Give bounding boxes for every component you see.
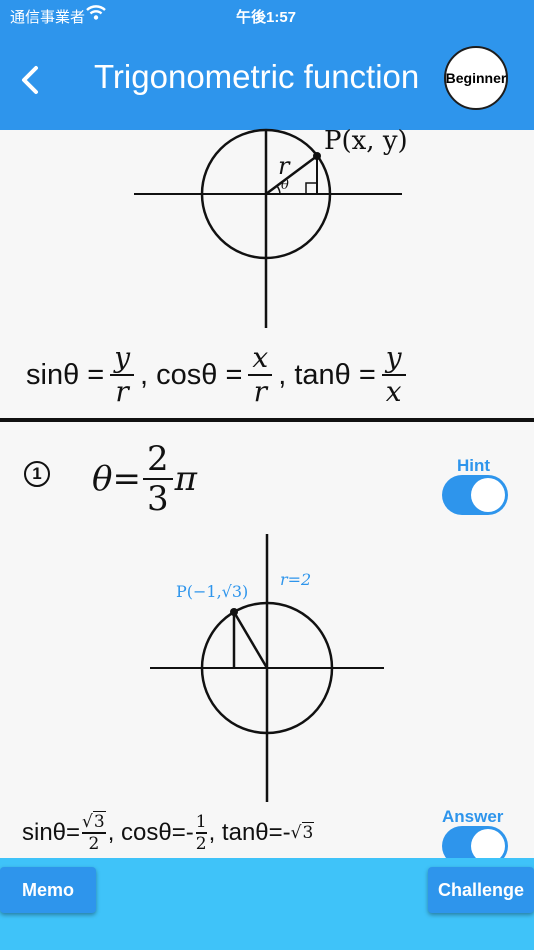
- theta-prefix: θ=: [92, 459, 141, 499]
- memo-button[interactable]: Memo: [0, 867, 96, 913]
- answer-sin-numerator: 3: [92, 811, 106, 832]
- radius-label: r: [278, 152, 290, 180]
- sin-denominator: r: [115, 375, 129, 408]
- section-divider: [0, 418, 534, 422]
- cos-label: , cosθ =: [140, 358, 243, 391]
- tan-fraction: y x: [381, 341, 406, 408]
- answer-tan-radicand: 3: [301, 821, 315, 843]
- angle-denominator: 3: [146, 479, 169, 519]
- hint-toggle-knob: [471, 478, 505, 512]
- definition-formula: sinθ = y r , cosθ = x r , tanθ = y x: [26, 340, 412, 410]
- answer-tan-prefix: , tanθ=-: [208, 818, 291, 846]
- answer-cos-fraction: 1 2: [195, 812, 207, 854]
- angle-label: θ: [281, 178, 289, 193]
- challenge-button[interactable]: Challenge: [428, 867, 534, 913]
- angle-fraction: 2 3: [142, 439, 173, 519]
- hint-label: Hint: [457, 456, 491, 475]
- cos-numerator: x: [252, 341, 269, 374]
- answer-sin-fraction: √3 2: [82, 811, 106, 854]
- cos-fraction: x r: [248, 341, 273, 408]
- question-expression: θ= 2 3 π: [92, 440, 197, 518]
- sin-numerator: y: [114, 341, 131, 374]
- pi-symbol: π: [174, 459, 197, 499]
- answer-cos-denominator: 2: [195, 833, 207, 854]
- unit-circle-diagram: [134, 128, 402, 328]
- hint-radius-label: r=2: [280, 570, 312, 589]
- level-badge[interactable]: Beginner: [444, 46, 508, 110]
- answer-tan-value: √3: [290, 821, 315, 843]
- wifi-icon: [86, 5, 106, 20]
- status-carrier: 通信事業者: [10, 9, 86, 26]
- answer-sin-prefix: sinθ=: [22, 818, 81, 846]
- page-title: Trigonometric function: [94, 58, 420, 95]
- tan-numerator: y: [385, 341, 402, 374]
- sin-fraction: y r: [110, 341, 135, 408]
- hint-circle-diagram: [150, 534, 384, 802]
- back-chevron-icon[interactable]: [18, 64, 44, 96]
- hint-toggle[interactable]: [442, 475, 508, 515]
- sin-label: sinθ =: [26, 358, 105, 391]
- point-label: P(x, y): [324, 126, 408, 156]
- angle-numerator: 2: [146, 439, 169, 479]
- hint-point-label: P(−1,√3): [176, 582, 249, 601]
- question-number: 1: [24, 461, 50, 487]
- cos-denominator: r: [253, 375, 267, 408]
- answer-cos-prefix: , cosθ=-: [107, 818, 194, 846]
- tan-denominator: x: [385, 375, 402, 408]
- answer-sin-denominator: 2: [88, 833, 100, 854]
- tan-label: , tanθ =: [278, 358, 376, 391]
- status-time: 午後1:57: [236, 9, 297, 26]
- answer-cos-numerator: 1: [195, 812, 207, 832]
- answer-formula: sinθ= √3 2 , cosθ=- 1 2 , tanθ=- √3: [22, 811, 315, 854]
- answer-label: Answer: [442, 807, 504, 826]
